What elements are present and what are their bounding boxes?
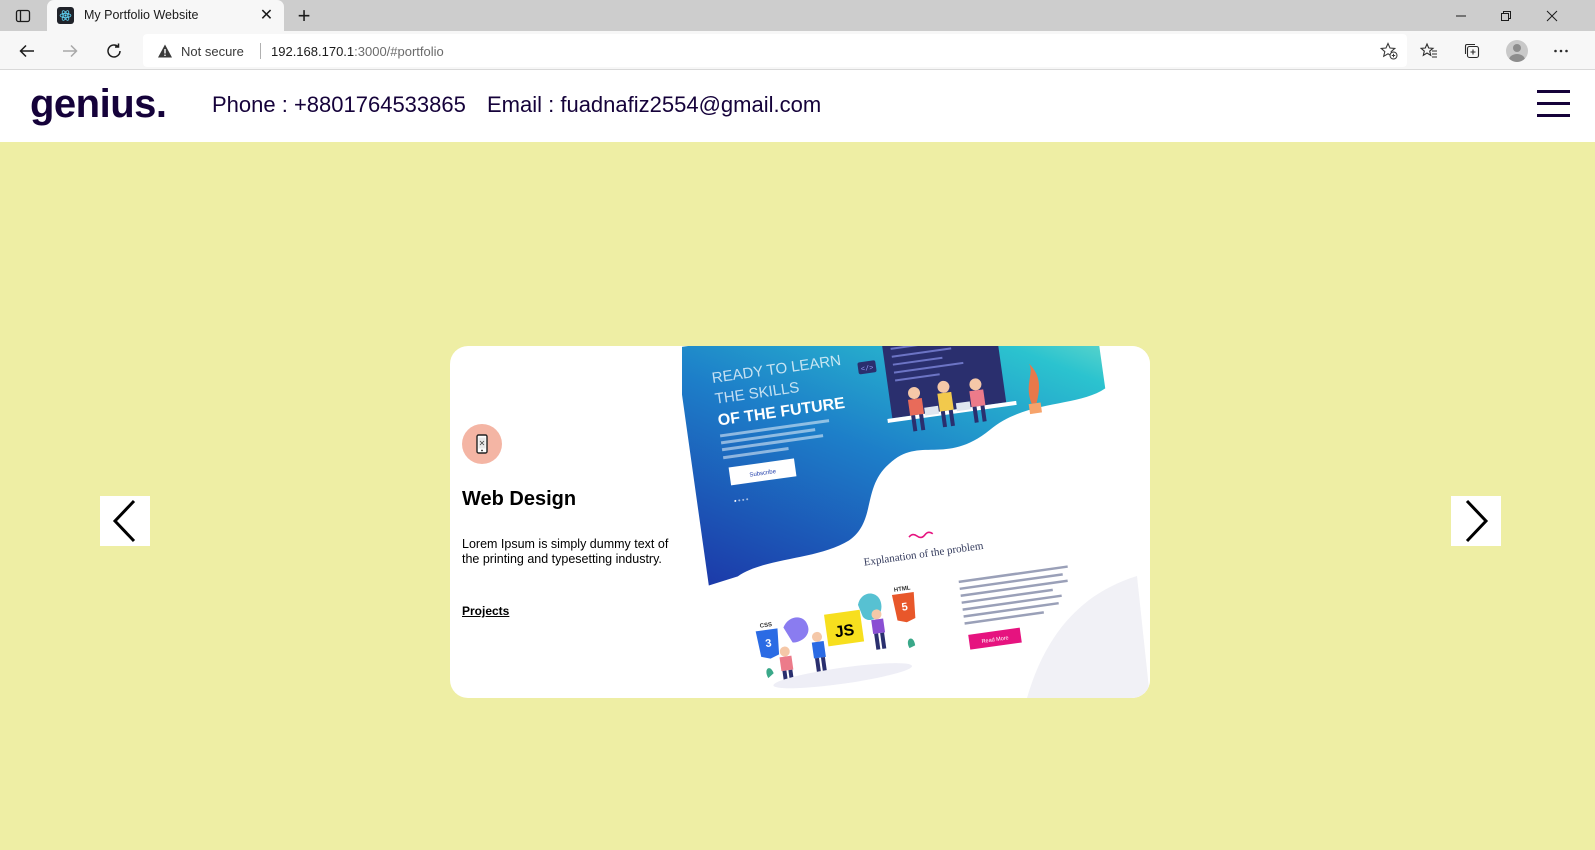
security-status[interactable]: Not secure [181, 44, 244, 59]
back-icon[interactable] [14, 38, 40, 64]
forward-icon[interactable] [57, 38, 83, 64]
close-tab-icon[interactable]: ✕ [258, 7, 275, 24]
email-contact: Email : fuadnafiz2554@gmail.com [487, 92, 822, 117]
more-options-icon[interactable] [1548, 38, 1574, 64]
card-description: Lorem Ipsum is simply dummy text of the … [462, 537, 669, 566]
chevron-left-icon [112, 499, 136, 543]
mobile-phone-icon [462, 424, 502, 464]
previous-slide-button[interactable] [100, 496, 150, 546]
add-favorite-icon[interactable] [1379, 41, 1399, 61]
js-badge-label: JS [834, 622, 856, 642]
restore-icon[interactable] [1495, 5, 1517, 27]
phone-contact: Phone : +8801764533865 [212, 92, 466, 117]
collections-icon[interactable] [1459, 38, 1485, 64]
url-text[interactable]: 192.168.170.1:3000/#portfolio [271, 44, 444, 59]
card-title: Web Design [462, 488, 577, 510]
site-header: genius. Phone : +8801764533865 Email : f… [0, 70, 1595, 142]
tab-title: My Portfolio Website [84, 8, 199, 22]
browser-tab[interactable]: My Portfolio Website ✕ [47, 0, 284, 31]
url-path: :3000/#portfolio [354, 44, 444, 59]
site-logo[interactable]: genius. [30, 82, 167, 127]
react-icon [57, 7, 74, 24]
minimize-icon[interactable] [1450, 5, 1472, 27]
browser-tab-bar: My Portfolio Website ✕ + [0, 0, 1595, 31]
url-host: 192.168.170.1 [271, 44, 355, 59]
avatar [1506, 40, 1528, 62]
close-window-icon[interactable] [1541, 5, 1563, 27]
browser-toolbar: Not secure 192.168.170.1:3000/#portfolio [0, 31, 1595, 70]
website-mockup-image: READY TO LEARN THE SKILLS OF THE FUTURE … [682, 346, 1150, 698]
favorites-icon[interactable] [1416, 38, 1442, 64]
card-info: Web Design Lorem Ipsum is simply dummy t… [450, 346, 682, 698]
tab-actions-icon[interactable] [10, 5, 36, 27]
address-bar[interactable]: Not secure 192.168.170.1:3000/#portfolio [143, 34, 1407, 67]
address-divider [260, 43, 261, 59]
chevron-right-icon [1465, 499, 1489, 543]
portfolio-card: Web Design Lorem Ipsum is simply dummy t… [450, 346, 1150, 698]
refresh-icon[interactable] [101, 38, 127, 64]
portfolio-section: Web Design Lorem Ipsum is simply dummy t… [0, 142, 1595, 850]
menu-icon[interactable] [1537, 90, 1570, 117]
projects-link[interactable]: Projects [462, 604, 509, 618]
next-slide-button[interactable] [1451, 496, 1501, 546]
new-tab-icon[interactable]: + [293, 5, 315, 27]
profile-icon[interactable] [1504, 38, 1530, 64]
warning-icon [157, 43, 173, 59]
